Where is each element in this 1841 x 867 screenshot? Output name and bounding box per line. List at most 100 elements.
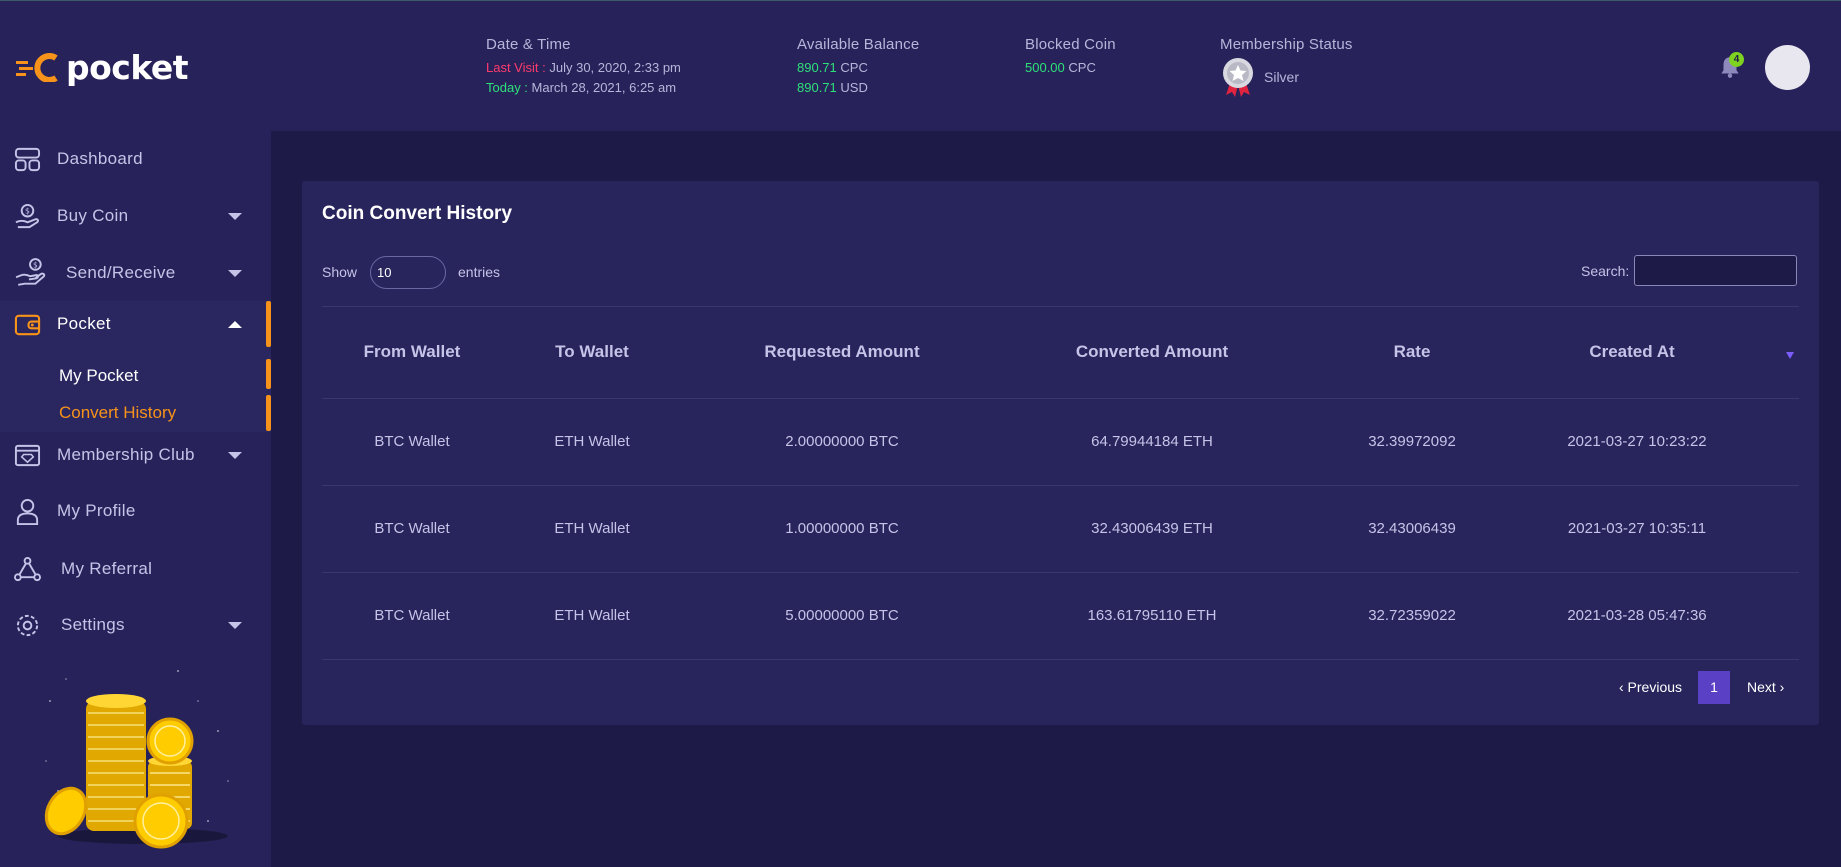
cell-from-wallet: BTC Wallet [374,520,450,537]
membership-value: Silver [1264,69,1300,85]
active-indicator-sub [266,359,271,389]
cell-converted-amount: 64.79944184 ETH [1091,433,1213,450]
send-receive-icon: $ [15,258,46,286]
membership-label: Membership Status [1220,36,1353,53]
dashboard-icon [14,147,41,171]
chevron-down-icon [228,269,242,277]
membership-icon [14,444,41,466]
balance-usd-unit: USD [840,80,868,95]
svg-text:$: $ [25,206,30,215]
sort-desc-icon[interactable] [1786,352,1794,359]
blocked-coin-label: Blocked Coin [1025,36,1116,53]
coin-hand-icon: $ [15,203,39,228]
wallet-icon [14,314,41,335]
last-visit-label: Last Visit : [486,60,546,75]
pagination-next[interactable]: Next › [1747,671,1784,704]
cell-rate: 32.39972092 [1368,433,1456,450]
search-input[interactable] [1634,255,1797,286]
svg-text:$: $ [33,261,38,270]
cell-created-at: 2021-03-28 05:47:36 [1567,607,1707,624]
show-label: Show [322,264,358,280]
cell-rate: 32.72359022 [1368,607,1456,624]
sidebar-item-label: My Profile [57,501,136,520]
sidebar-item-label: My Referral [61,559,153,578]
blocked-coin-unit: CPC [1068,60,1096,75]
membership-block: Membership Status Silver [1220,36,1353,97]
blocked-coin-amount: 500.00 [1025,60,1065,75]
gear-icon [16,614,39,636]
balance-cpc-unit: CPC [840,60,868,75]
column-header-created-at[interactable]: Created At [1542,342,1722,362]
logo[interactable]: pocket [16,47,189,87]
cell-from-wallet: BTC Wallet [374,607,450,624]
divider [322,572,1799,573]
sidebar-item-label: Dashboard [57,149,143,168]
active-indicator-sub-current [266,395,271,431]
cell-to-wallet: ETH Wallet [554,520,630,537]
avatar[interactable] [1765,45,1810,90]
user-icon [16,498,39,525]
cell-rate: 32.43006439 [1368,520,1456,537]
cell-created-at: 2021-03-27 10:35:11 [1567,520,1707,537]
entries-label: entries [458,264,501,280]
notification-count-badge: 4 [1729,52,1744,67]
pagination-page-1[interactable]: 1 [1698,671,1730,704]
last-visit-value: July 30, 2020, 2:33 pm [549,60,681,75]
sidebar-item-label: Pocket [57,314,111,333]
sidebar-item-my-profile[interactable]: My Profile [0,488,271,534]
convert-history-card: Coin Convert History Show 10 entries Sea… [302,181,1819,725]
cell-to-wallet: ETH Wallet [554,433,630,450]
divider [322,485,1799,486]
sidebar-item-buy-coin[interactable]: $ Buy Coin [0,193,271,239]
today-value: March 28, 2021, 6:25 am [531,80,677,95]
sidebar-item-my-referral[interactable]: My Referral [0,546,271,592]
column-header-converted-amount[interactable]: Converted Amount [1022,342,1282,362]
referral-icon [14,556,41,581]
divider [322,398,1799,399]
sidebar-item-pocket[interactable]: Pocket [0,301,271,347]
top-header: pocket Date & Time Last Visit : July 30,… [0,0,1841,131]
date-time-label: Date & Time [486,36,571,53]
balance-cpc-amount: 890.71 [797,60,837,75]
cell-converted-amount: 32.43006439 ETH [1091,520,1213,537]
divider [322,659,1799,660]
balance-block: Available Balance 890.71 CPC 890.71 USD [797,36,919,95]
column-header-rate[interactable]: Rate [1312,342,1512,362]
sidebar-item-send-receive[interactable]: $ Send/Receive [0,250,271,296]
column-header-requested-amount[interactable]: Requested Amount [702,342,982,362]
sidebar-subitem-my-pocket[interactable]: My Pocket [59,366,138,386]
sidebar: Dashboard $ Buy Coin $ Send/Receive Pock… [0,131,271,867]
today-label: Today : [486,80,528,95]
logo-text: pocket [66,47,189,87]
cell-requested-amount: 2.00000000 BTC [785,433,899,450]
sidebar-item-dashboard[interactable]: Dashboard [0,136,271,182]
divider [322,306,1799,307]
sidebar-item-label: Membership Club [57,445,195,464]
chevron-up-icon [228,320,242,328]
chevron-down-icon [228,451,242,459]
blocked-coin-block: Blocked Coin 500.00 CPC [1025,36,1116,75]
balance-label: Available Balance [797,36,920,53]
cell-created-at: 2021-03-27 10:23:22 [1567,433,1707,450]
sidebar-item-label: Buy Coin [57,206,129,225]
sidebar-subitem-convert-history[interactable]: Convert History [59,403,176,423]
logo-speed-icon [16,53,58,82]
sidebar-item-label: Send/Receive [66,263,176,282]
cell-converted-amount: 163.61795110 ETH [1087,607,1217,624]
page-title: Coin Convert History [322,203,513,224]
sidebar-item-settings[interactable]: Settings [0,602,271,648]
chevron-down-icon [228,621,242,629]
silver-medal-icon [1223,58,1253,97]
entries-select[interactable]: 10 [370,256,446,289]
sidebar-item-label: Settings [61,615,125,634]
balance-usd-amount: 890.71 [797,80,837,95]
cell-requested-amount: 1.00000000 BTC [785,520,899,537]
search-label: Search: [1581,263,1630,279]
column-header-to-wallet[interactable]: To Wallet [512,342,672,362]
cell-requested-amount: 5.00000000 BTC [785,607,899,624]
column-header-from-wallet[interactable]: From Wallet [332,342,492,362]
sidebar-item-membership-club[interactable]: Membership Club [0,432,271,478]
cell-from-wallet: BTC Wallet [374,433,450,450]
date-time-block: Date & Time Last Visit : July 30, 2020, … [486,36,681,95]
pagination-previous[interactable]: ‹ Previous [1619,671,1682,704]
